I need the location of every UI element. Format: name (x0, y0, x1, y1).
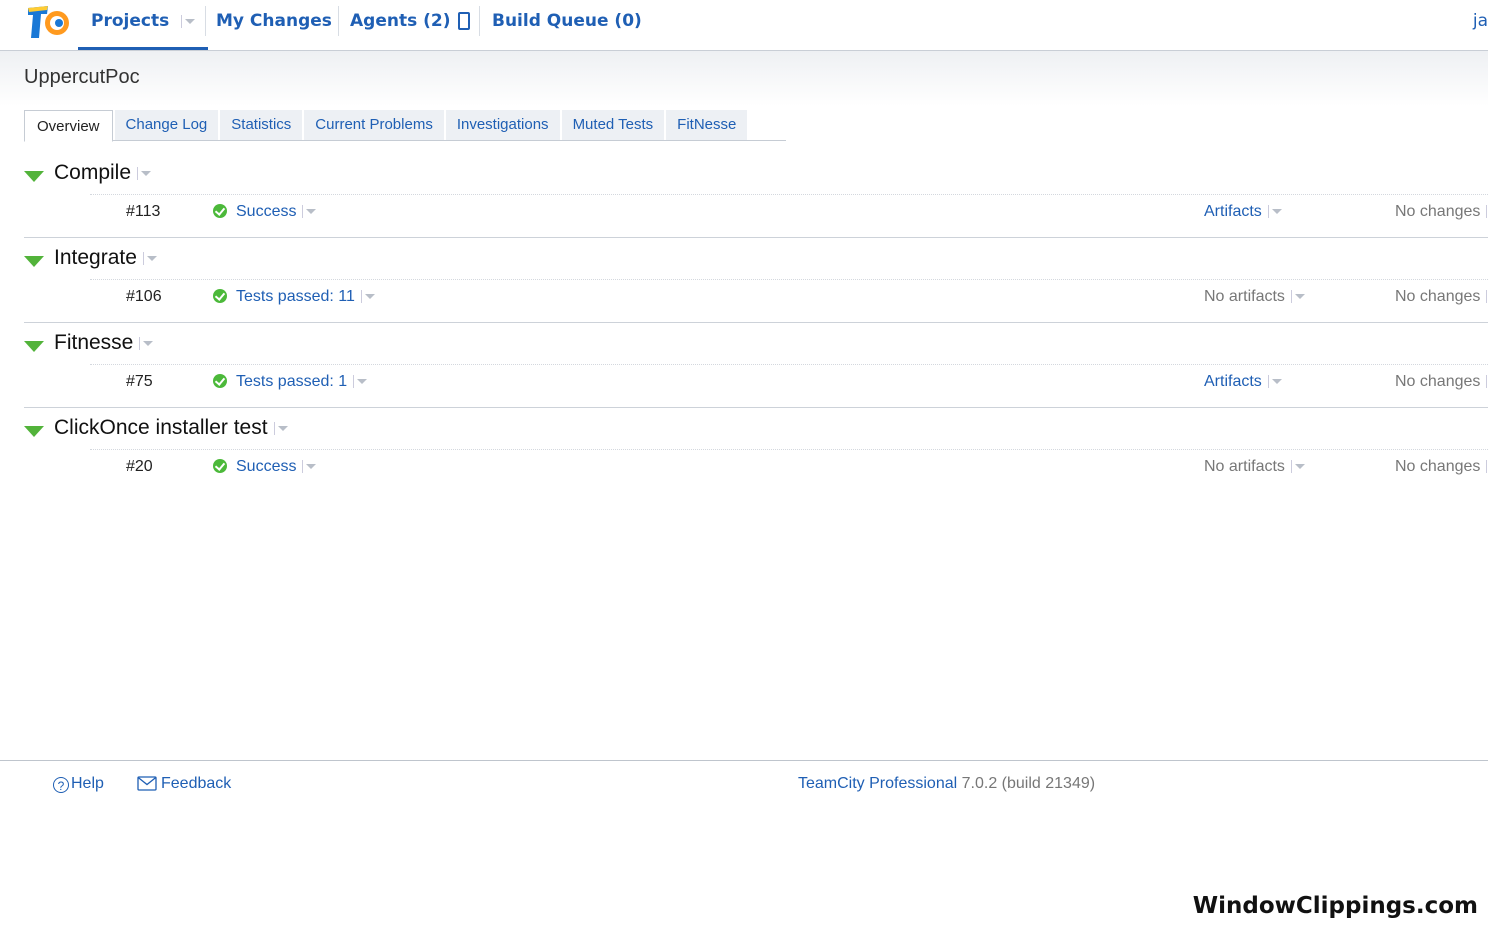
changes-status: No changes (1395, 373, 1488, 391)
product-version: 7.0.2 (961, 775, 998, 792)
divider (90, 279, 1488, 280)
header-band (0, 51, 1488, 106)
tab-change-log[interactable]: Change Log (114, 110, 219, 140)
build-config-name[interactable]: Compile (54, 161, 152, 185)
build-status[interactable]: Success (236, 203, 317, 221)
dropdown-arrow-icon[interactable] (181, 0, 196, 42)
divider (24, 322, 1488, 323)
expand-triangle-icon[interactable] (24, 426, 44, 437)
divider (90, 194, 1488, 195)
dropdown-arrow-icon[interactable] (142, 246, 157, 270)
build-config-clickonce: ClickOnce installer test #20 Success No … (24, 416, 1488, 501)
artifacts-link[interactable]: Artifacts (1204, 203, 1282, 221)
top-navigation-bar: Projects My Changes Agents (2) Build Que… (0, 0, 1488, 51)
build-config-fitnesse: Fitnesse #75 Tests passed: 1 Artifacts N… (24, 331, 1488, 416)
dropdown-arrow-icon[interactable] (1290, 458, 1305, 476)
dropdown-arrow-icon[interactable] (353, 373, 368, 391)
build-status[interactable]: Success (236, 458, 317, 476)
artifacts-link[interactable]: Artifacts (1204, 373, 1282, 391)
build-config-name[interactable]: Integrate (54, 246, 157, 270)
product-build: (build 21349) (1001, 775, 1096, 792)
help-link[interactable]: ? Help (53, 775, 104, 793)
help-icon[interactable]: ? (53, 777, 69, 793)
nav-separator (205, 6, 206, 36)
nav-separator (479, 6, 480, 36)
help-label[interactable]: Help (71, 775, 104, 792)
dropdown-arrow-icon[interactable] (273, 416, 288, 440)
build-row: #106 Tests passed: 11 No artifacts No ch… (24, 288, 1488, 312)
tab-investigations[interactable]: Investigations (445, 110, 560, 140)
tab-statistics[interactable]: Statistics (220, 110, 303, 140)
build-config-name[interactable]: ClickOnce installer test (54, 416, 288, 440)
dropdown-arrow-icon[interactable] (302, 203, 317, 221)
artifacts-status: No artifacts (1204, 288, 1305, 306)
dropdown-arrow-icon[interactable] (1267, 203, 1282, 221)
tab-overview[interactable]: Overview (24, 110, 113, 142)
build-status[interactable]: Tests passed: 1 (236, 373, 368, 391)
build-row: #75 Tests passed: 1 Artifacts No changes (24, 373, 1488, 397)
artifacts-status: No artifacts (1204, 458, 1305, 476)
dropdown-arrow-icon[interactable] (1290, 288, 1305, 306)
nav-my-changes-label[interactable]: My Changes (216, 11, 332, 31)
tab-muted-tests[interactable]: Muted Tests (561, 110, 665, 140)
tab-current-problems[interactable]: Current Problems (304, 110, 444, 140)
dropdown-arrow-icon[interactable] (137, 161, 152, 185)
feedback-label[interactable]: Feedback (161, 775, 231, 792)
feedback-link[interactable]: Feedback (137, 775, 231, 793)
nav-build-queue[interactable]: Build Queue (0) (492, 0, 642, 47)
nav-agents[interactable]: Agents (2) (350, 0, 470, 47)
build-row: #113 Success Artifacts No changes (24, 203, 1488, 227)
dropdown-arrow-icon[interactable] (360, 288, 375, 306)
success-check-icon (213, 374, 227, 388)
divider (24, 237, 1488, 238)
build-number[interactable]: #75 (126, 373, 153, 391)
page-title: UppercutPoc (24, 66, 140, 88)
build-number[interactable]: #20 (126, 458, 153, 476)
nav-projects-label[interactable]: Projects (91, 11, 169, 31)
product-info: TeamCity Professional 7.0.2 (build 21349… (798, 775, 1095, 793)
watermark: WindowClippings.com (1192, 893, 1478, 919)
mail-icon[interactable] (137, 776, 157, 791)
build-number[interactable]: #106 (126, 288, 162, 306)
dropdown-arrow-icon[interactable] (1267, 373, 1282, 391)
nav-build-queue-label[interactable]: Build Queue (0) (492, 11, 642, 31)
changes-status: No changes (1395, 288, 1488, 306)
teamcity-logo-icon[interactable] (26, 4, 70, 40)
dropdown-arrow-icon[interactable] (302, 458, 317, 476)
nav-my-changes[interactable]: My Changes (216, 0, 332, 47)
build-status[interactable]: Tests passed: 11 (236, 288, 375, 306)
build-config-name[interactable]: Fitnesse (54, 331, 154, 355)
success-check-icon (213, 459, 227, 473)
nav-agents-label[interactable]: Agents (2) (350, 11, 451, 31)
build-config-integrate: Integrate #106 Tests passed: 11 No artif… (24, 246, 1488, 331)
user-menu[interactable]: ja (1473, 0, 1488, 42)
success-check-icon (213, 289, 227, 303)
success-check-icon (213, 204, 227, 218)
agent-status-icon[interactable] (457, 12, 470, 30)
changes-status: No changes (1395, 458, 1488, 476)
divider (24, 407, 1488, 408)
product-link[interactable]: TeamCity Professional (798, 775, 957, 792)
expand-triangle-icon[interactable] (24, 341, 44, 352)
tab-fitnesse[interactable]: FitNesse (666, 110, 748, 140)
nav-projects[interactable]: Projects (78, 0, 209, 50)
build-config-compile: Compile #113 Success Artifacts No change… (24, 161, 1488, 246)
divider (90, 449, 1488, 450)
divider (90, 364, 1488, 365)
dropdown-arrow-icon[interactable] (139, 331, 154, 355)
footer-divider (0, 760, 1488, 761)
expand-triangle-icon[interactable] (24, 256, 44, 267)
build-number[interactable]: #113 (126, 203, 160, 221)
expand-triangle-icon[interactable] (24, 171, 44, 182)
build-row: #20 Success No artifacts No changes (24, 458, 1488, 482)
nav-separator (338, 6, 339, 36)
changes-status: No changes (1395, 203, 1488, 221)
project-tabs: Overview Change Log Statistics Current P… (24, 110, 749, 142)
